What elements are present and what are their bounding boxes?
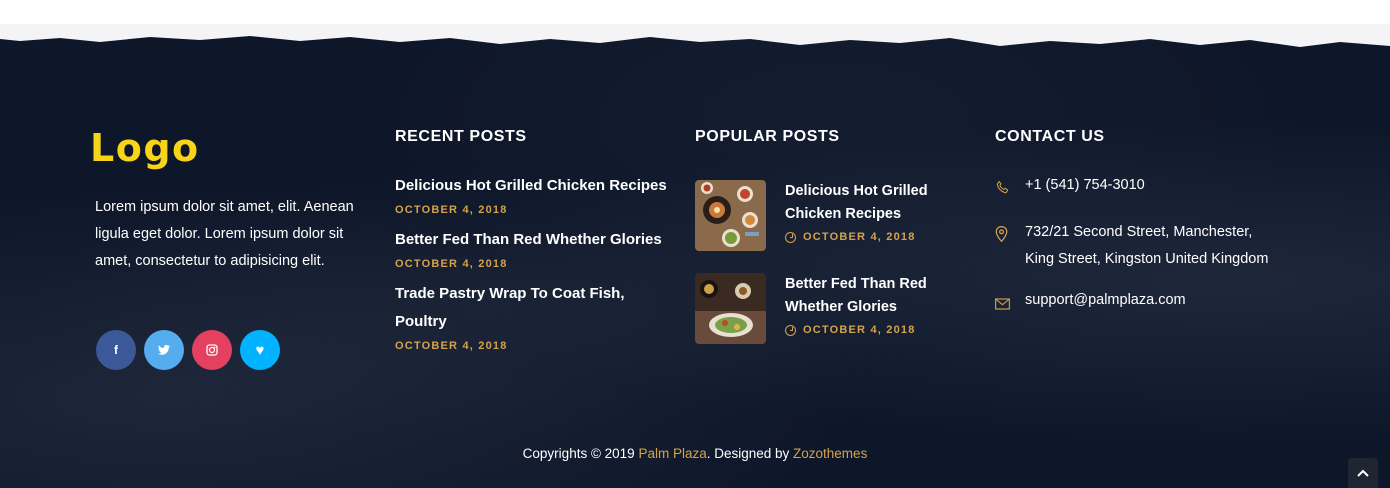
clock-icon	[785, 324, 796, 336]
list-item: Better Fed Than Red Whether Glories OCTO…	[695, 273, 965, 344]
about-text: Lorem ipsum dolor sit amet, elit. Aenean…	[95, 199, 354, 269]
recent-posts-title: RECENT POSTS	[395, 128, 527, 145]
popular-post-link[interactable]: Delicious Hot Grilled Chicken Recipes	[785, 180, 965, 226]
popular-post-text: Delicious Hot Grilled Chicken Recipes OC…	[785, 180, 965, 251]
recent-post-link[interactable]: Delicious Hot Grilled Chicken Recipes	[395, 172, 675, 200]
post-date: OCTOBER 4, 2018	[395, 258, 508, 270]
recent-post-link[interactable]: Trade Pastry Wrap To Coat Fish, Poultry	[395, 280, 675, 336]
list-item: Better Fed Than Red Whether Glories OCTO…	[395, 226, 675, 270]
twitter-button[interactable]	[144, 330, 184, 370]
recent-posts-list: Delicious Hot Grilled Chicken Recipes OC…	[395, 172, 675, 362]
facebook-icon: f	[114, 343, 118, 357]
popular-posts-list: Delicious Hot Grilled Chicken Recipes OC…	[695, 180, 965, 366]
copyright-text: Copyrights © 2019 Palm Plaza. Designed b…	[0, 446, 1390, 461]
contact-address-row: 732/21 Second Street, Manchester, King S…	[995, 219, 1285, 273]
instagram-icon	[206, 344, 218, 356]
heart-icon: ♥	[255, 341, 265, 359]
chevron-up-icon	[1357, 469, 1369, 477]
location-pin-icon	[995, 219, 1011, 273]
post-date-text: OCTOBER 4, 2018	[803, 231, 916, 243]
social-links: f ♥	[96, 330, 280, 370]
contact-list: +1 (541) 754-3010 732/21 Second Street, …	[995, 172, 1285, 334]
contact-email-row: support@palmplaza.com	[995, 287, 1285, 320]
phone-icon	[995, 172, 1011, 205]
table-dishes-image[interactable]	[695, 273, 766, 344]
popular-post-link[interactable]: Better Fed Than Red Whether Glories	[785, 273, 965, 319]
designer-link[interactable]: Zozothemes	[793, 446, 867, 461]
clock-icon	[785, 231, 796, 243]
food-bowls-image[interactable]	[695, 180, 766, 251]
recent-post-link[interactable]: Better Fed Than Red Whether Glories	[395, 226, 675, 254]
copyright-middle: . Designed by	[706, 446, 794, 461]
page-top-area	[0, 0, 1390, 24]
post-date: OCTOBER 4, 2018	[785, 324, 965, 336]
popular-posts-title: POPULAR POSTS	[695, 128, 840, 145]
post-date: OCTOBER 4, 2018	[395, 340, 508, 352]
site-footer: Logo Lorem ipsum dolor sit amet, elit. A…	[0, 30, 1390, 488]
list-item: Delicious Hot Grilled Chicken Recipes OC…	[695, 180, 965, 251]
post-date-text: OCTOBER 4, 2018	[803, 324, 916, 336]
scroll-to-top-button[interactable]	[1348, 458, 1378, 488]
envelope-icon	[995, 287, 1011, 320]
brush-edge-decoration	[0, 30, 1390, 47]
contact-us-title: CONTACT US	[995, 128, 1105, 145]
list-item: Trade Pastry Wrap To Coat Fish, Poultry …	[395, 280, 675, 352]
heart-button[interactable]: ♥	[240, 330, 280, 370]
site-name-link[interactable]: Palm Plaza	[638, 446, 706, 461]
post-date: OCTOBER 4, 2018	[785, 231, 965, 243]
twitter-icon	[158, 345, 170, 355]
facebook-button[interactable]: f	[96, 330, 136, 370]
contact-phone[interactable]: +1 (541) 754-3010	[1025, 172, 1145, 205]
instagram-button[interactable]	[192, 330, 232, 370]
popular-post-text: Better Fed Than Red Whether Glories OCTO…	[785, 273, 965, 344]
contact-phone-row: +1 (541) 754-3010	[995, 172, 1285, 205]
contact-address: 732/21 Second Street, Manchester, King S…	[1025, 224, 1269, 267]
copyright-prefix: Copyrights © 2019	[522, 446, 639, 461]
footer-logo[interactable]: Logo	[90, 126, 200, 170]
contact-email[interactable]: support@palmplaza.com	[1025, 287, 1186, 320]
post-date: OCTOBER 4, 2018	[395, 204, 508, 216]
list-item: Delicious Hot Grilled Chicken Recipes OC…	[395, 172, 675, 216]
